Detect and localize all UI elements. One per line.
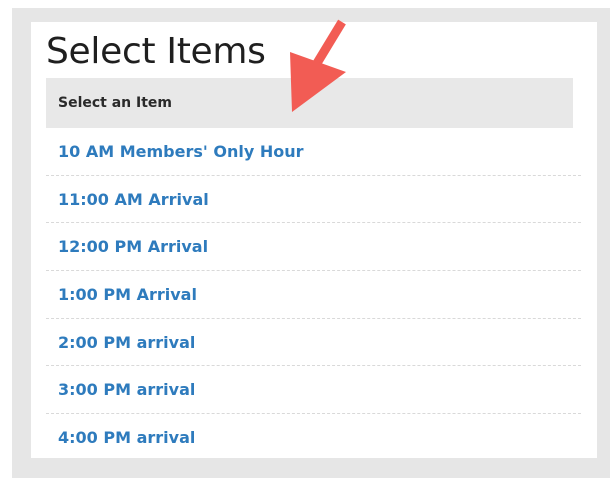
list-item: 12:00 PM Arrival <box>46 223 581 272</box>
list-header-label: Select an Item <box>58 95 173 111</box>
item-list: 10 AM Members' Only Hour 11:00 AM Arriva… <box>46 128 581 458</box>
item-link-11am-arrival[interactable]: 11:00 AM Arrival <box>58 190 209 209</box>
list-item: 11:00 AM Arrival <box>46 176 581 224</box>
list-item: 3:00 PM arrival <box>46 366 581 415</box>
item-link-2pm-arrival[interactable]: 2:00 PM arrival <box>58 333 195 352</box>
item-link-3pm-arrival[interactable]: 3:00 PM arrival <box>58 380 195 399</box>
list-header: Select an Item <box>46 78 573 128</box>
list-item: 2:00 PM arrival <box>46 319 581 367</box>
select-items-panel: Select Items Select an Item 10 AM Member… <box>31 22 597 458</box>
list-item: 4:00 PM arrival <box>46 414 581 458</box>
list-item: 10 AM Members' Only Hour <box>46 128 581 176</box>
list-item: 1:00 PM Arrival <box>46 271 581 319</box>
item-link-12pm-arrival[interactable]: 12:00 PM Arrival <box>58 237 208 256</box>
page-title: Select Items <box>46 31 266 72</box>
item-link-4pm-arrival[interactable]: 4:00 PM arrival <box>58 428 195 447</box>
item-link-1pm-arrival[interactable]: 1:00 PM Arrival <box>58 285 197 304</box>
item-link-10am-members-hour[interactable]: 10 AM Members' Only Hour <box>58 142 303 161</box>
